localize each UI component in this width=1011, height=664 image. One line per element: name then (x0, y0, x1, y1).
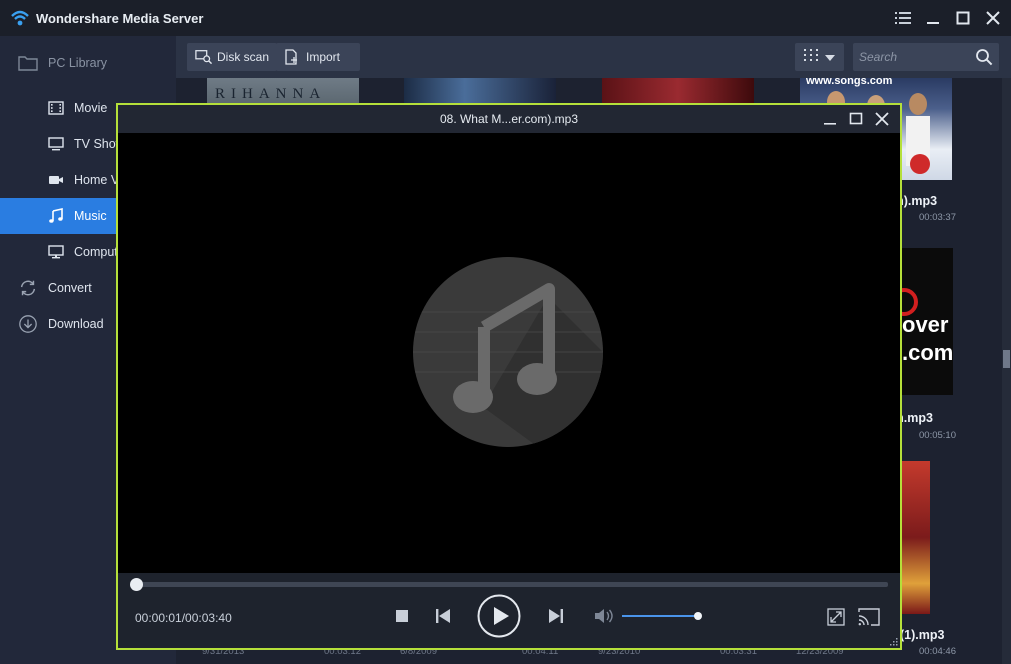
album-thumbnail[interactable] (900, 461, 930, 614)
player-title-bar[interactable]: 08. What M...er.com).mp3 (118, 105, 900, 133)
sidebar-item-label: Convert (48, 281, 92, 295)
stop-button[interactable] (394, 608, 410, 624)
cast-button[interactable] (857, 607, 881, 627)
list-menu-icon[interactable] (893, 8, 913, 28)
media-duration: 00:05:10 (919, 430, 956, 441)
media-player-window: 08. What M...er.com).mp3 00:00:01/00:03:… (116, 103, 902, 650)
skip-back-icon (436, 609, 450, 623)
search-icon[interactable] (975, 48, 993, 66)
title-bar: Wondershare Media Server (0, 0, 1011, 36)
volume-button[interactable] (594, 607, 614, 625)
fullscreen-button[interactable] (826, 607, 846, 627)
toolbar: Disk scan Import (176, 36, 1011, 78)
player-close-icon[interactable] (874, 111, 890, 127)
speaker-icon (595, 609, 613, 623)
close-icon[interactable] (983, 8, 1003, 28)
vertical-scrollbar[interactable] (1002, 78, 1011, 664)
film-icon (46, 98, 66, 118)
window-controls (893, 8, 1003, 28)
scrollbar-thumb[interactable] (1003, 350, 1010, 368)
music-note-icon (46, 206, 66, 226)
stop-icon (396, 610, 408, 622)
minimize-icon[interactable] (923, 8, 943, 28)
volume-fill (622, 615, 699, 617)
sidebar-item-label: Movie (74, 101, 108, 115)
media-title: (1).mp3 (900, 628, 945, 642)
download-icon (18, 314, 38, 334)
previous-button[interactable] (434, 608, 452, 624)
volume-handle[interactable] (694, 612, 703, 620)
chevron-down-icon (824, 48, 835, 66)
wifi-logo-icon (10, 8, 30, 28)
music-note-icon (413, 257, 603, 447)
skip-forward-icon (549, 609, 563, 623)
view-mode-dropdown[interactable] (795, 43, 844, 71)
sidebar-item-label: PC Library (48, 56, 108, 70)
player-maximize-icon[interactable] (848, 111, 864, 127)
media-duration: 00:03:37 (919, 212, 956, 223)
next-button[interactable] (547, 608, 565, 624)
seek-bar[interactable] (129, 578, 888, 591)
sidebar-item-label: Download (48, 317, 104, 331)
thumbnail-text: RIHANNA (215, 86, 327, 102)
disk-scan-button[interactable]: Disk scan (187, 43, 278, 71)
play-icon (477, 594, 521, 638)
sidebar-item-label: Music (74, 209, 107, 223)
sidebar-pc-library[interactable]: PC Library (0, 36, 176, 90)
grid-view-icon (804, 48, 819, 66)
tv-icon (46, 134, 66, 154)
album-thumbnail[interactable]: RIHANNA (207, 78, 359, 104)
resize-grip-icon[interactable] (888, 636, 898, 646)
album-thumbnail[interactable]: over .com (900, 248, 953, 395)
disk-scan-icon (195, 48, 213, 66)
maximize-icon[interactable] (953, 8, 973, 28)
import-label: Import (306, 50, 341, 64)
album-thumbnail[interactable] (404, 78, 556, 104)
fullscreen-icon (827, 608, 845, 626)
app-title: Wondershare Media Server (36, 10, 204, 26)
volume-slider[interactable] (622, 612, 703, 620)
play-button[interactable] (477, 594, 521, 638)
thumbnail-text: over (902, 312, 949, 337)
folder-icon (18, 53, 38, 73)
player-title: 08. What M...er.com).mp3 (439, 112, 579, 126)
convert-icon (18, 278, 38, 298)
player-controls: 00:00:01/00:03:40 (118, 573, 900, 648)
player-minimize-icon[interactable] (822, 111, 838, 127)
disk-scan-label: Disk scan (217, 50, 270, 64)
album-thumbnail[interactable] (602, 78, 754, 104)
thumbnail-text: .com (902, 340, 953, 365)
import-button[interactable]: Import (276, 43, 360, 71)
video-camera-icon (46, 170, 66, 190)
search-box (853, 43, 999, 71)
import-file-icon (284, 48, 302, 66)
media-duration: 00:04:46 (919, 646, 956, 657)
cast-icon (858, 608, 880, 626)
search-input[interactable] (853, 43, 971, 71)
seek-bar-handle[interactable] (129, 578, 143, 591)
monitor-icon (46, 242, 66, 262)
video-area[interactable] (118, 133, 900, 573)
time-readout: 00:00:01/00:03:40 (135, 611, 232, 625)
